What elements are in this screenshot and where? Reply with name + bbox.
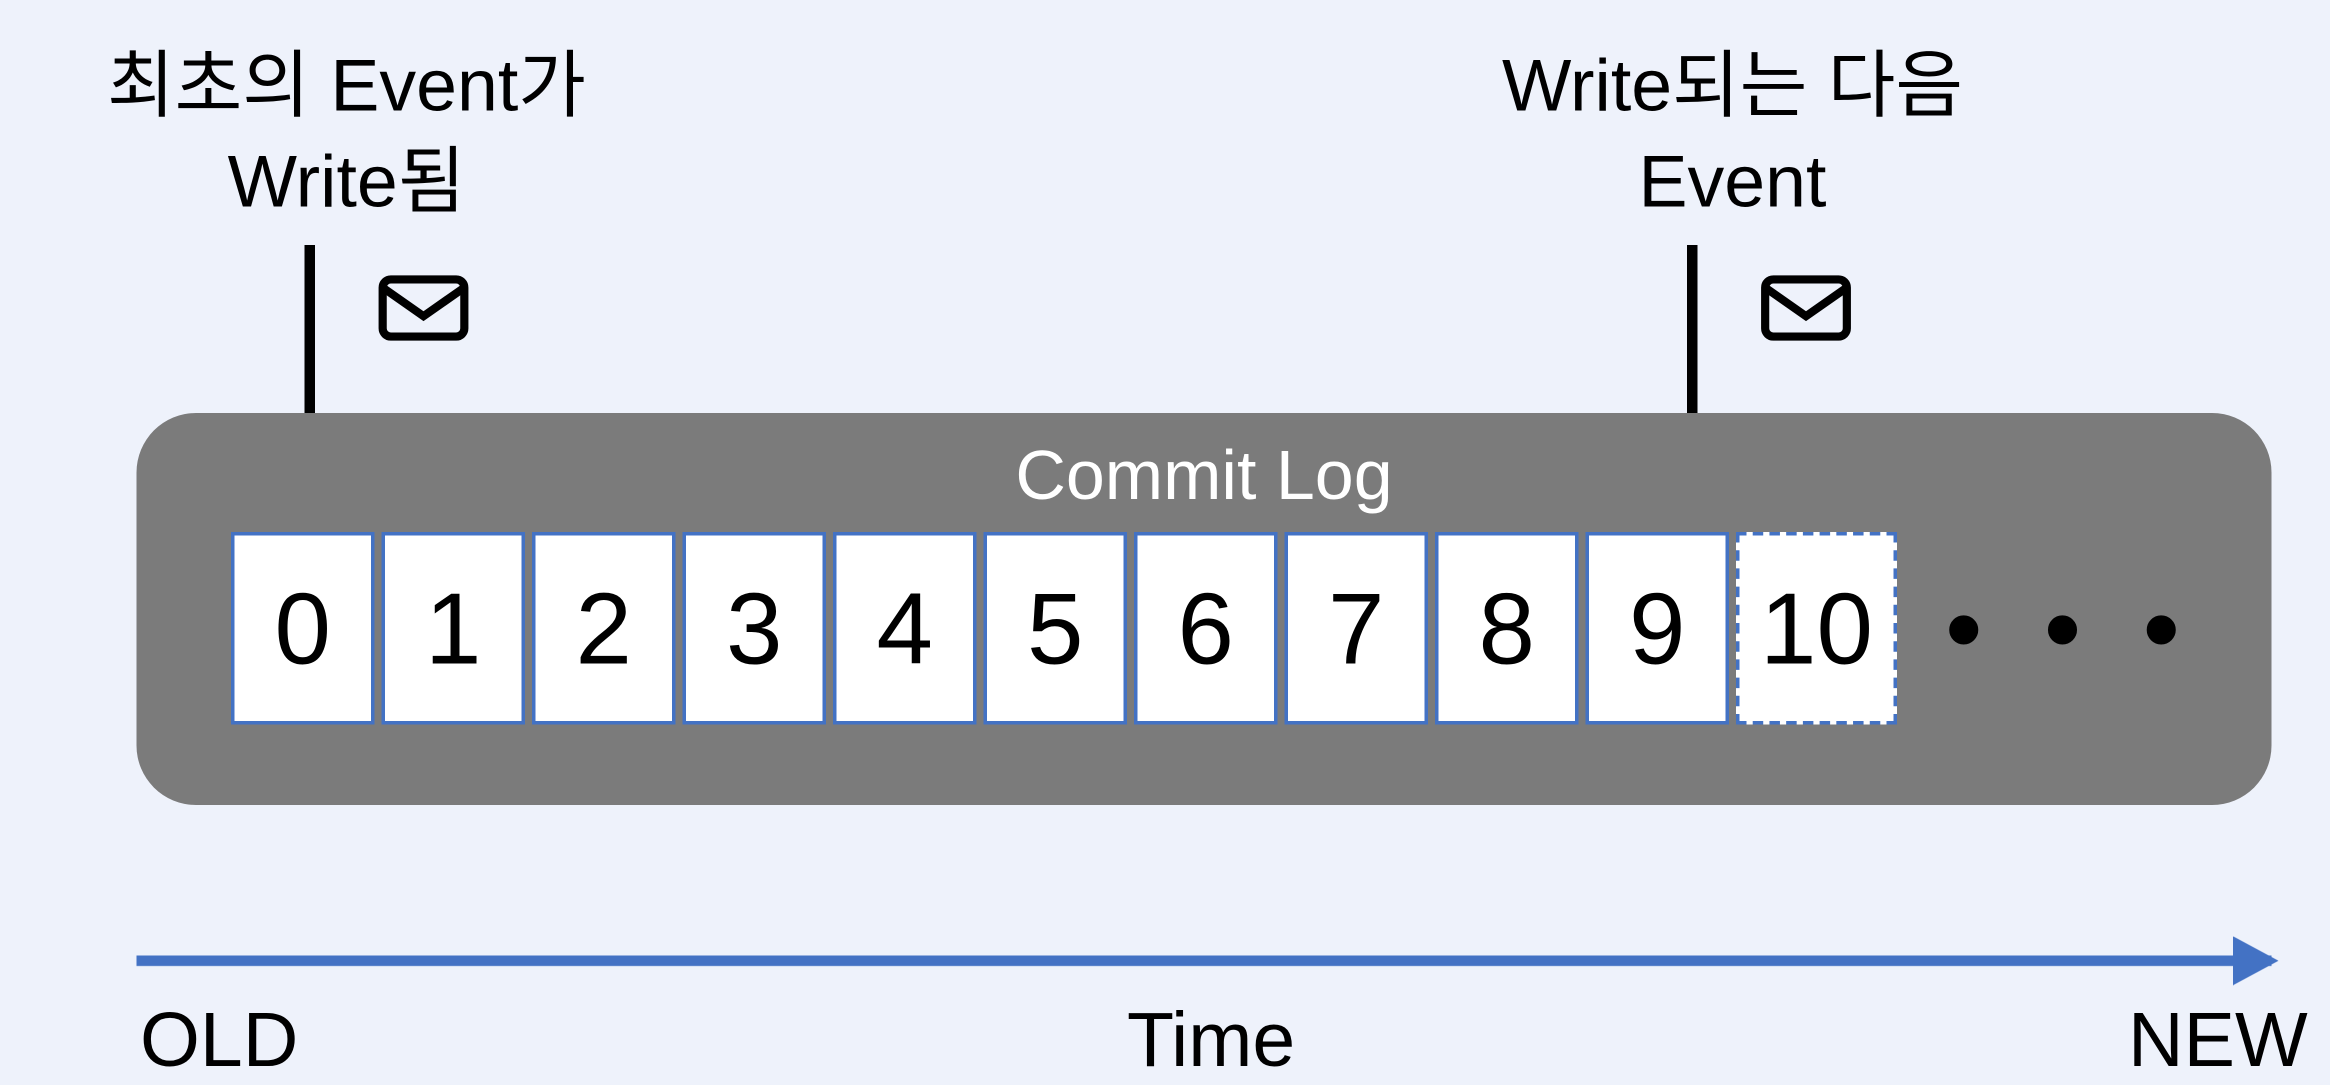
commit-log-container: Commit Log 0 1 2 3 4 5 6 7 8 9 10 • • • [137,413,2272,805]
envelope-icon [1757,259,1855,357]
log-cell: 8 [1435,532,1579,725]
commit-log-title: Commit Log [1015,438,1392,517]
next-event-label: Write되는 다음 Event [1453,39,2013,230]
first-event-label: 최초의 Event가 Write됨 [67,39,627,230]
log-cell: 7 [1285,532,1429,725]
ellipsis-icon: • • • [1946,532,2197,725]
log-cell: 4 [833,532,977,725]
timeline-arrow [137,956,2272,967]
timeline-center-label: Time [1127,998,1295,1085]
envelope-icon [375,259,473,357]
timeline-old-label: OLD [140,998,298,1085]
log-cell: 3 [683,532,827,725]
log-cell-pending: 10 [1736,532,1897,725]
log-cell: 6 [1134,532,1278,725]
timeline-new-label: NEW [2128,998,2308,1085]
log-cell: 5 [984,532,1128,725]
log-cell: 9 [1586,532,1730,725]
commit-log-cells: 0 1 2 3 4 5 6 7 8 9 10 • • • [231,532,2197,725]
log-cell: 0 [231,532,375,725]
log-cell: 2 [532,532,676,725]
log-cell: 1 [382,532,526,725]
